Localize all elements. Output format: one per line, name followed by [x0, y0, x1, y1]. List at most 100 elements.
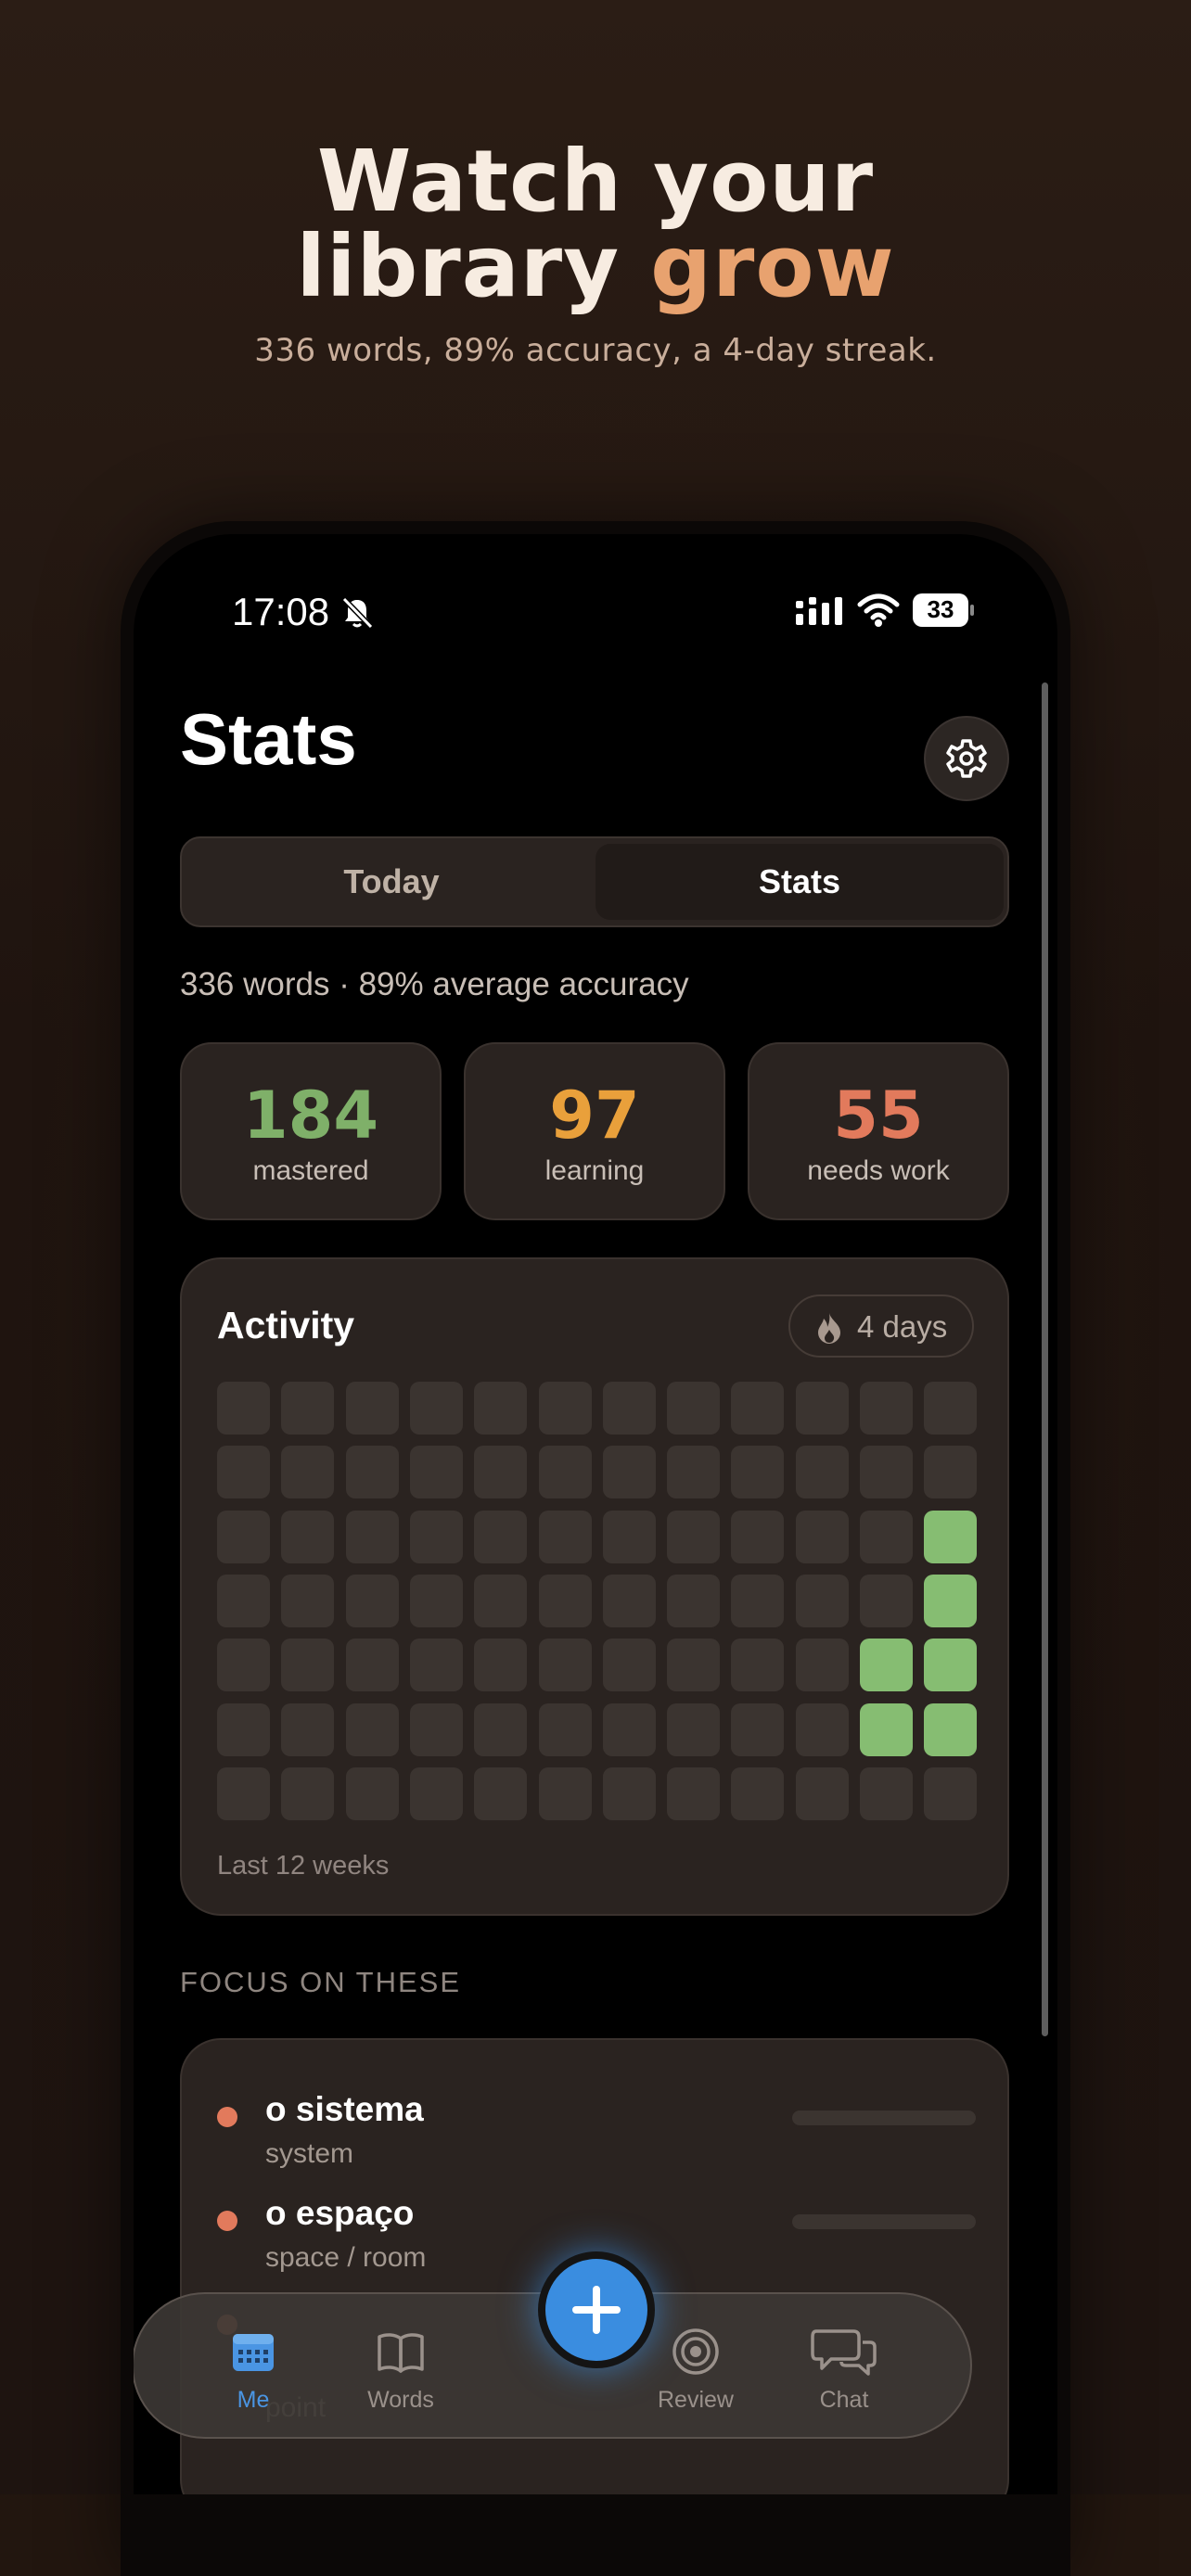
heatmap-cell — [796, 1382, 849, 1435]
heatmap-cell — [731, 1767, 784, 1820]
stat-value-learning: 97 — [549, 1078, 640, 1154]
heatmap-cell — [217, 1767, 270, 1820]
battery-level: 33 — [927, 595, 954, 623]
heatmap-cell — [860, 1382, 913, 1435]
heatmap-cell-active — [860, 1703, 913, 1756]
heatmap-cell — [410, 1382, 463, 1435]
heatmap-cell — [346, 1575, 399, 1627]
heatmap-cell — [410, 1703, 463, 1756]
heatmap-cell — [346, 1382, 399, 1435]
book-icon — [378, 2333, 424, 2373]
tab-label: Chat — [819, 2387, 869, 2413]
heatmap-cell — [281, 1382, 334, 1435]
heatmap-cell — [346, 1446, 399, 1498]
heatmap-cell — [474, 1703, 527, 1756]
heatmap-cell — [474, 1767, 527, 1820]
headline-plain: library — [296, 217, 651, 316]
signal-icon — [796, 597, 842, 625]
focus-item[interactable]: o sistema system — [182, 2073, 1007, 2175]
plus-icon — [572, 2286, 621, 2334]
heatmap-cell — [539, 1511, 592, 1563]
heatmap-cell — [539, 1767, 592, 1820]
wifi-icon — [857, 593, 900, 627]
add-button[interactable] — [538, 2251, 655, 2368]
heatmap-cell — [217, 1382, 270, 1435]
stat-card-mastered[interactable]: 184 mastered — [180, 1042, 442, 1220]
focus-translation: system — [265, 2138, 354, 2169]
stat-card-learning[interactable]: 97 learning — [464, 1042, 725, 1220]
heatmap-cell — [474, 1575, 527, 1627]
calendar-icon — [233, 2334, 274, 2371]
heatmap-cell — [217, 1703, 270, 1756]
heatmap-cell — [796, 1446, 849, 1498]
page-title: Stats — [180, 698, 357, 780]
progress-bar — [792, 2214, 976, 2229]
heatmap-cell — [731, 1703, 784, 1756]
focus-word: o espaço — [265, 2194, 415, 2232]
stat-value-mastered: 184 — [242, 1078, 379, 1154]
heatmap-cell — [281, 1575, 334, 1627]
heatmap-cell — [603, 1382, 656, 1435]
tab-chat[interactable]: Chat — [779, 2294, 909, 2441]
focus-translation: space / room — [265, 2242, 427, 2273]
summary-line: 336 words · 89% average accuracy — [180, 966, 689, 1002]
heatmap-cell — [281, 1767, 334, 1820]
heatmap-cell — [667, 1511, 720, 1563]
focus-section-header: FOCUS ON THESE — [180, 1966, 462, 1998]
heatmap-cell — [410, 1767, 463, 1820]
tab-me[interactable]: Me — [189, 2294, 317, 2441]
heatmap-cell-active — [924, 1703, 977, 1756]
heatmap-cell — [667, 1446, 720, 1498]
heatmap-cell — [539, 1703, 592, 1756]
streak-text: 4 days — [857, 1309, 948, 1344]
heatmap-cell — [924, 1382, 977, 1435]
battery-cap — [970, 605, 974, 616]
segment-today[interactable]: Today — [187, 844, 596, 920]
segment-stats[interactable]: Stats — [596, 844, 1004, 920]
tab-label: Me — [237, 2387, 270, 2413]
stat-card-needs-work[interactable]: 55 needs work — [748, 1042, 1009, 1220]
heatmap-cell — [539, 1639, 592, 1691]
heatmap-cell — [860, 1767, 913, 1820]
heatmap-cell — [667, 1767, 720, 1820]
scroll-indicator[interactable] — [1042, 682, 1048, 2036]
heatmap-cell — [346, 1511, 399, 1563]
heatmap-cell — [731, 1575, 784, 1627]
heatmap-cell — [731, 1382, 784, 1435]
heatmap-cell — [796, 1511, 849, 1563]
activity-title: Activity — [217, 1304, 355, 1346]
settings-button[interactable] — [924, 716, 1009, 801]
stat-label-needs-work: needs work — [807, 1155, 950, 1186]
subhead: 336 words, 89% accuracy, a 4-day streak. — [254, 332, 937, 369]
heatmap-cell — [731, 1511, 784, 1563]
status-time: 17:08 — [232, 590, 330, 633]
heatmap-cell — [603, 1639, 656, 1691]
heatmap-cell — [796, 1703, 849, 1756]
heatmap-cell — [603, 1511, 656, 1563]
heatmap-cell — [796, 1639, 849, 1691]
heatmap-cell — [281, 1639, 334, 1691]
progress-bar — [792, 2111, 976, 2125]
heatmap-cell — [603, 1703, 656, 1756]
heatmap-cell — [860, 1511, 913, 1563]
heatmap-cell — [667, 1639, 720, 1691]
status-dot — [217, 2211, 237, 2231]
stat-label-learning: learning — [544, 1155, 645, 1186]
activity-caption: Last 12 weeks — [217, 1851, 390, 1881]
stat-value-needs-work: 55 — [833, 1078, 924, 1154]
heatmap-cell — [603, 1767, 656, 1820]
heatmap-cell — [603, 1575, 656, 1627]
heatmap-cell — [667, 1382, 720, 1435]
heatmap-cell — [796, 1767, 849, 1820]
activity-heatmap — [217, 1382, 978, 1827]
chat-bubbles-icon — [811, 2329, 877, 2376]
tab-words[interactable]: Words — [336, 2294, 466, 2441]
activity-card: Activity 4 days Last 12 weeks — [180, 1257, 1009, 1916]
headline-accent: grow — [650, 217, 895, 316]
heatmap-cell — [474, 1382, 527, 1435]
heatmap-cell — [281, 1703, 334, 1756]
heatmap-cell — [731, 1446, 784, 1498]
heatmap-cell — [217, 1511, 270, 1563]
heatmap-cell — [860, 1446, 913, 1498]
heatmap-cell — [281, 1511, 334, 1563]
